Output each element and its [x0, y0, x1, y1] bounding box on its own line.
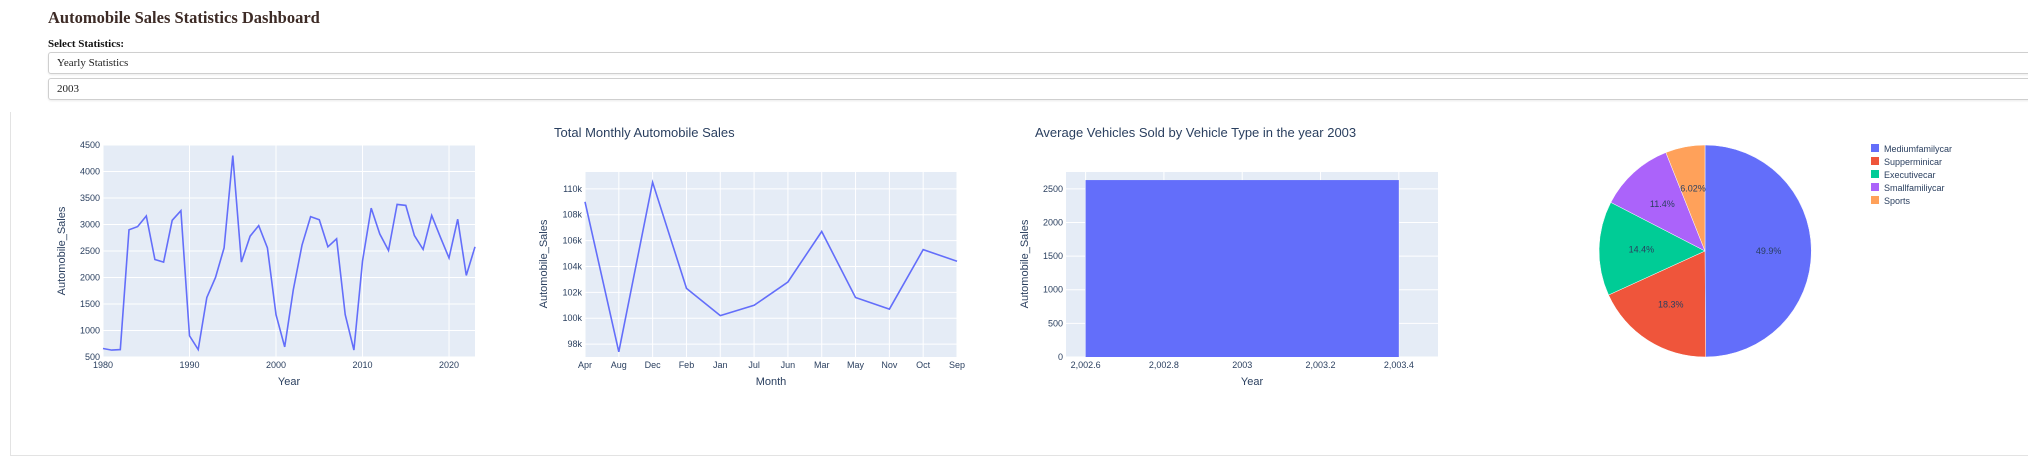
y-tick-label: 500 [85, 352, 100, 362]
x-tick-label: Aug [611, 360, 627, 370]
y-tick-label: 2500 [1043, 184, 1063, 194]
x-tick-labels: Apr Aug Dec Feb Jan Jul Jun Mar May Nov Oct Sep [578, 360, 965, 370]
y-tick-label: 3000 [80, 220, 100, 230]
x-tick-label: 2,003.2 [1306, 360, 1336, 370]
legend-label: Smallfamiliycar [1884, 183, 1945, 193]
x-tick-label: Dec [645, 360, 662, 370]
y-axis-title: Automobile_Sales [538, 219, 550, 308]
x-tick-label: 1990 [179, 360, 199, 370]
y-tick-label: 500 [1048, 318, 1063, 328]
x-tick-label: Jul [748, 360, 760, 370]
legend-item[interactable]: Supperminicar [1871, 157, 1942, 167]
x-tick-label: 2000 [266, 360, 286, 370]
y-tick-label: 108k [562, 210, 582, 220]
y-tick-label: 104k [562, 261, 582, 271]
bars [1085, 180, 1399, 357]
x-tick-label: 2020 [439, 360, 459, 370]
y-tick-label: 102k [562, 287, 582, 297]
plot-area [585, 172, 957, 357]
y-axis-title: Automobile_Sales [56, 206, 68, 295]
select-statistics-label: Select Statistics: [48, 38, 125, 50]
y-tick-label: 1000 [80, 326, 100, 336]
y-tick-label: 4500 [80, 140, 100, 150]
page-title: Automobile Sales Statistics Dashboard [48, 8, 320, 27]
x-tick-label: Jun [781, 360, 796, 370]
monthly-sales-line-chart: Total Monthly Automobile Sales Apr Aug Dec… [538, 125, 965, 388]
y-tick-label: 2000 [80, 273, 100, 283]
x-tick-label: 2,002.8 [1149, 360, 1179, 370]
x-tick-label: Mar [814, 360, 830, 370]
legend-swatch [1871, 144, 1879, 152]
y-tick-label: 1500 [80, 299, 100, 309]
y-tick-label: 0 [1058, 352, 1063, 362]
legend-swatch [1871, 157, 1879, 165]
pie-slice-label: 14.4% [1629, 244, 1655, 254]
x-tick-labels: 1980 1990 2000 2010 2020 [93, 360, 459, 370]
y-tick-label: 1000 [1043, 285, 1063, 295]
pie-slice-label: 6.02% [1680, 184, 1706, 194]
bar [1085, 180, 1399, 357]
y-tick-labels: 98k 100k 102k 104k 106k 108k 110k [562, 184, 582, 349]
y-tick-label: 2500 [80, 246, 100, 256]
y-tick-label: 3500 [80, 193, 100, 203]
yearly-sales-line-chart: 1980 1990 2000 2010 2020 5001000150020002500… [56, 140, 476, 388]
year-dropdown[interactable]: 2003 [48, 78, 2028, 100]
pie-slice-label: 11.4% [1650, 199, 1675, 209]
legend-item[interactable]: Sports [1871, 196, 1911, 206]
x-tick-labels: 2,002.6 2,002.8 2003 2,003.2 2,003.4 [1071, 360, 1414, 370]
legend-swatch [1871, 196, 1879, 204]
statistics-dropdown[interactable]: Yearly Statistics [48, 52, 2028, 74]
chart-title: Total Monthly Automobile Sales [554, 125, 735, 140]
vehicle-type-pie-chart: 49.9% 18.3% 14.4% 11.4% 6.02% Mediumfamilyca… [1598, 144, 1952, 358]
x-axis-title: Year [278, 376, 301, 388]
legend-label: Executivecar [1884, 170, 1936, 180]
x-tick-label: Sep [949, 360, 965, 370]
x-tick-label: 2,002.6 [1071, 360, 1101, 370]
x-tick-label: May [847, 360, 865, 370]
x-axis-title: Month [756, 376, 787, 388]
x-tick-label: Oct [916, 360, 931, 370]
x-tick-label: Apr [578, 360, 592, 370]
legend-swatch [1871, 183, 1879, 191]
x-tick-label: Nov [881, 360, 898, 370]
legend-label: Mediumfamilycar [1884, 144, 1952, 154]
pie-slice-label: 49.9% [1756, 246, 1782, 256]
vehicle-type-bar-chart: Average Vehicles Sold by Vehicle Type in… [1019, 125, 1438, 388]
x-tick-label: Jan [713, 360, 728, 370]
y-tick-label: 4000 [80, 167, 100, 177]
legend-item[interactable]: Mediumfamilycar [1871, 144, 1952, 154]
legend-swatch [1871, 170, 1879, 178]
pie-slice-label: 18.3% [1658, 300, 1684, 310]
y-tick-label: 110k [563, 184, 582, 194]
y-tick-label: 1500 [1043, 251, 1063, 261]
legend-label: Sports [1884, 196, 1911, 206]
y-tick-label: 2000 [1043, 217, 1063, 227]
x-tick-label: Feb [679, 360, 695, 370]
x-tick-label: 2,003.4 [1384, 360, 1414, 370]
x-tick-label: 2010 [353, 360, 373, 370]
legend-item[interactable]: Smallfamiliycar [1871, 183, 1945, 193]
legend-item[interactable]: Executivecar [1871, 170, 1936, 180]
y-tick-label: 106k [562, 236, 582, 246]
legend-label: Supperminicar [1884, 157, 1942, 167]
y-axis-title: Automobile_Sales [1019, 219, 1031, 308]
y-tick-labels: 0 500 1000 1500 2000 2500 [1043, 184, 1063, 362]
y-tick-labels: 500 1000 1500 2000 2500 3000 3500 4000 4500 [80, 140, 100, 362]
y-tick-label: 98k [567, 339, 582, 349]
chart-title: Average Vehicles Sold by Vehicle Type in… [1035, 125, 1356, 140]
y-tick-label: 100k [562, 313, 582, 323]
legend[interactable]: Mediumfamilycar Supperminicar Executivecar… [1871, 144, 1952, 206]
x-tick-label: 2003 [1232, 360, 1252, 370]
x-axis-title: Year [1241, 376, 1264, 388]
